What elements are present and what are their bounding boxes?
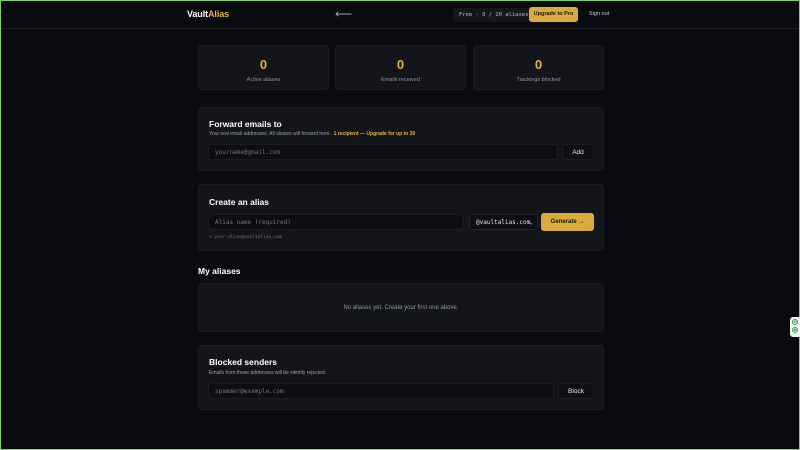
create-alias-card: Create an alias @vaultalias.com ⌄ Genera… <box>198 184 604 251</box>
plan-usage-badge: Free · 0 / 20 aliases <box>453 8 535 22</box>
forward-title: Forward emails to <box>209 119 282 129</box>
brand-logo[interactable]: VaultAlias <box>187 9 229 19</box>
block-sender-button[interactable]: Block <box>558 383 594 399</box>
alias-preview: → your-alias@vaultalias.com <box>209 235 283 240</box>
back-arrow-icon[interactable]: ⟵ <box>335 7 352 21</box>
refresh-icon[interactable]: ◉ <box>792 327 798 333</box>
settings-icon[interactable]: ✿ <box>792 319 798 325</box>
domain-selected-value: @vaultalias.com <box>476 219 531 226</box>
stat-value: 0 <box>396 57 405 72</box>
sign-out-link[interactable]: Sign out <box>589 11 609 17</box>
side-widget[interactable]: ✿ ◉ <box>790 317 800 337</box>
top-navbar: VaultAlias ⟵ Free · 0 / 20 aliases Upgra… <box>1 1 799 29</box>
upgrade-to-pro-button[interactable]: Upgrade to Pro <box>529 7 578 22</box>
forward-description: Your real email addresses. All aliases w… <box>209 131 415 137</box>
stat-label: Active aliases <box>246 77 281 83</box>
stat-card-emails-received: 0 Emails received <box>335 45 466 90</box>
aliases-empty-message: No aliases yet. Create your first one ab… <box>343 305 459 311</box>
domain-select[interactable]: @vaultalias.com ⌄ <box>469 214 538 230</box>
stat-label: Trackings blocked <box>516 77 561 83</box>
forward-emails-card: Forward emails to Your real email addres… <box>198 107 604 171</box>
add-recipient-button[interactable]: Add <box>562 144 594 160</box>
blocked-sender-input[interactable] <box>208 383 554 399</box>
blocked-description: Emails from these addresses will be sile… <box>209 370 326 376</box>
blocked-senders-card: Blocked senders Emails from these addres… <box>198 345 604 410</box>
stat-label: Emails received <box>381 77 420 83</box>
create-alias-title: Create an alias <box>209 197 270 207</box>
my-aliases-heading: My aliases <box>198 266 241 276</box>
stat-value: 0 <box>259 57 268 72</box>
brand-name-part2: Alias <box>208 9 230 19</box>
brand-name-part1: Vault <box>187 9 209 19</box>
forward-description-text: Your real email addresses. All aliases w… <box>209 131 331 137</box>
forward-email-input[interactable] <box>208 144 558 160</box>
aliases-list-card: No aliases yet. Create your first one ab… <box>198 283 604 332</box>
stat-value: 0 <box>534 57 543 72</box>
stat-card-active-aliases: 0 Active aliases <box>198 45 329 90</box>
generate-alias-button[interactable]: Generate → <box>541 213 594 231</box>
chevron-down-icon: ⌄ <box>529 219 533 226</box>
alias-name-input[interactable] <box>208 214 464 230</box>
recipient-limit-note[interactable]: 1 recipient — Upgrade for up to 30 <box>334 131 416 137</box>
stat-card-trackings-blocked: 0 Trackings blocked <box>473 45 604 90</box>
blocked-title: Blocked senders <box>209 357 278 367</box>
